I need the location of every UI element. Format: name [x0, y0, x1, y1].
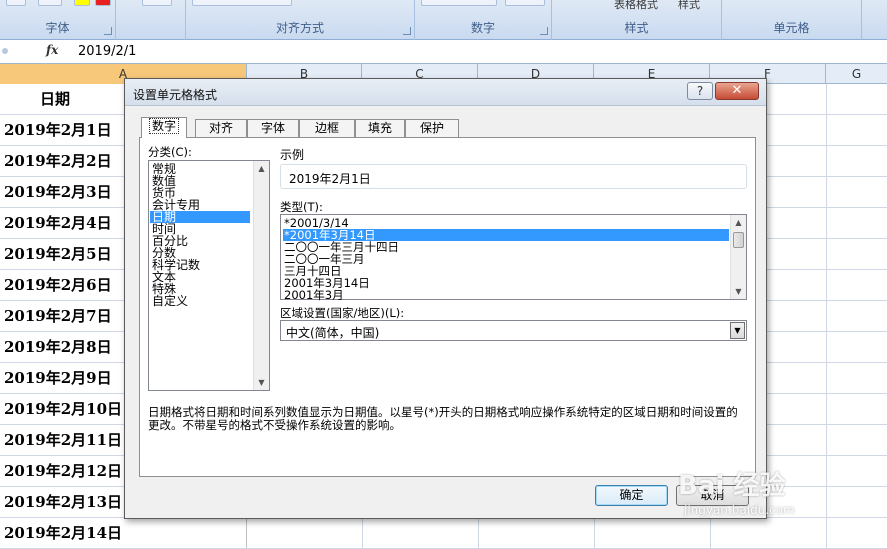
- ribbon-group-label: 字体: [45, 21, 70, 35]
- scroll-down-icon[interactable]: ▼: [731, 284, 746, 299]
- ok-button[interactable]: 确定: [595, 485, 668, 506]
- ribbon-misc-button[interactable]: [142, 0, 172, 6]
- watermark: Bai 经验 jingyan.baidu.com: [678, 455, 858, 525]
- type-scrollbar[interactable]: ▲ ▼: [730, 215, 746, 299]
- locale-label: 区域设置(国家/地区)(L):: [280, 306, 405, 320]
- name-box-dropdown-icon[interactable]: [2, 48, 8, 54]
- locale-value: 中文(简体，中国): [286, 326, 380, 340]
- fill-color-button[interactable]: [74, 0, 90, 6]
- ribbon-group-number: 数字: [415, 0, 552, 40]
- type-list[interactable]: *2001/3/14 *2001年3月14日 二〇〇一年三月十四日 二〇〇一年三月 三月…: [280, 214, 747, 301]
- tab-border[interactable]: 边框: [299, 119, 355, 137]
- sample-value: 2019年2月1日: [289, 172, 371, 186]
- close-button[interactable]: ✕: [715, 82, 759, 100]
- ribbon-border-button[interactable]: [38, 0, 62, 6]
- tab-number[interactable]: 数字: [141, 117, 187, 138]
- dialog-launcher-icon[interactable]: [403, 27, 411, 35]
- type-item[interactable]: 2001年3月14日: [283, 277, 729, 289]
- ribbon-number-format-button[interactable]: [421, 0, 497, 6]
- locale-select[interactable]: 中文(简体，中国) ▼: [280, 320, 747, 341]
- sample-group: 示例 2019年2月1日: [280, 146, 747, 196]
- tab-font[interactable]: 字体: [247, 119, 299, 137]
- chevron-down-icon[interactable]: ▼: [730, 322, 745, 339]
- ribbon-group-spacer: [116, 0, 186, 40]
- dialog-launcher-icon[interactable]: [104, 27, 112, 35]
- type-item[interactable]: 2001年3月: [283, 289, 729, 301]
- number-tab-panel: 分类(C): 常规 数值 货币 会计专用 日期 时间 百分比 分数 科学记数 文本 特殊 自定义 ▲ …: [139, 137, 756, 477]
- tab-protection[interactable]: 保护: [405, 119, 459, 137]
- ribbon-font-button[interactable]: [6, 0, 26, 6]
- font-color-button[interactable]: [95, 0, 111, 6]
- scroll-down-icon[interactable]: ▼: [254, 375, 269, 390]
- ribbon-group-styles: 表格格式 样式 样式: [552, 0, 722, 40]
- tab-alignment[interactable]: 对齐: [195, 119, 247, 137]
- ribbon-group-cells: 单元格: [722, 0, 862, 40]
- sample-box: 2019年2月1日: [280, 164, 747, 189]
- ribbon-group-font: 字体: [0, 0, 116, 40]
- cell-styles-button[interactable]: 样式: [678, 0, 700, 12]
- tab-label: 数字: [148, 118, 179, 134]
- formula-input[interactable]: 2019/2/1: [78, 44, 136, 59]
- watermark-url: jingyan.baidu.com: [684, 503, 795, 517]
- format-cells-dialog: 设置单元格格式 ? ✕ 数字 对齐 字体 边框 填充 保护 分类(C): 常规数…: [124, 78, 767, 519]
- sample-label: 示例: [280, 148, 305, 162]
- ribbon: 字体 对齐方式 数字 表格格式 样式 样式 单元格: [0, 0, 887, 40]
- type-item[interactable]: 二〇〇一年三月: [283, 253, 729, 265]
- table-format-button[interactable]: 表格格式: [614, 0, 658, 12]
- category-scrollbar[interactable]: ▲ ▼: [253, 161, 269, 390]
- scroll-up-icon[interactable]: ▲: [254, 161, 269, 176]
- dialog-titlebar[interactable]: 设置单元格格式 ? ✕: [125, 79, 766, 106]
- type-label: 类型(T):: [280, 200, 323, 214]
- date-cell[interactable]: 2019年2月14日: [0, 518, 247, 549]
- format-description: 日期格式将日期和时间系列数值显示为日期值。以星号(*)开头的日期格式响应操作系统…: [148, 405, 738, 432]
- ribbon-group-label: 对齐方式: [275, 21, 324, 35]
- scroll-up-icon[interactable]: ▲: [731, 215, 746, 230]
- function-icon[interactable]: fx: [46, 43, 58, 57]
- tab-fill[interactable]: 填充: [355, 119, 405, 137]
- ribbon-number-misc-button[interactable]: [505, 0, 545, 6]
- ribbon-group-label: 样式: [624, 21, 649, 35]
- category-list[interactable]: 常规 数值 货币 会计专用 日期 时间 百分比 分数 科学记数 文本 特殊 自定义 ▲ ▼: [148, 160, 270, 391]
- category-item[interactable]: 自定义: [152, 295, 252, 307]
- dialog-title: 设置单元格格式: [133, 88, 218, 102]
- help-button[interactable]: ?: [687, 82, 713, 100]
- ribbon-group-label: 数字: [470, 21, 495, 35]
- watermark-logo: Bai 经验: [678, 471, 786, 501]
- ribbon-align-buttons[interactable]: [192, 0, 292, 6]
- ribbon-group-label: 单元格: [773, 21, 810, 35]
- column-header-g[interactable]: G: [826, 64, 887, 84]
- dialog-launcher-icon[interactable]: [540, 27, 548, 35]
- category-label: 分类(C):: [148, 145, 192, 159]
- scroll-thumb[interactable]: [733, 232, 744, 248]
- formula-bar: fx 2019/2/1: [0, 40, 887, 64]
- ribbon-group-alignment: 对齐方式: [186, 0, 415, 40]
